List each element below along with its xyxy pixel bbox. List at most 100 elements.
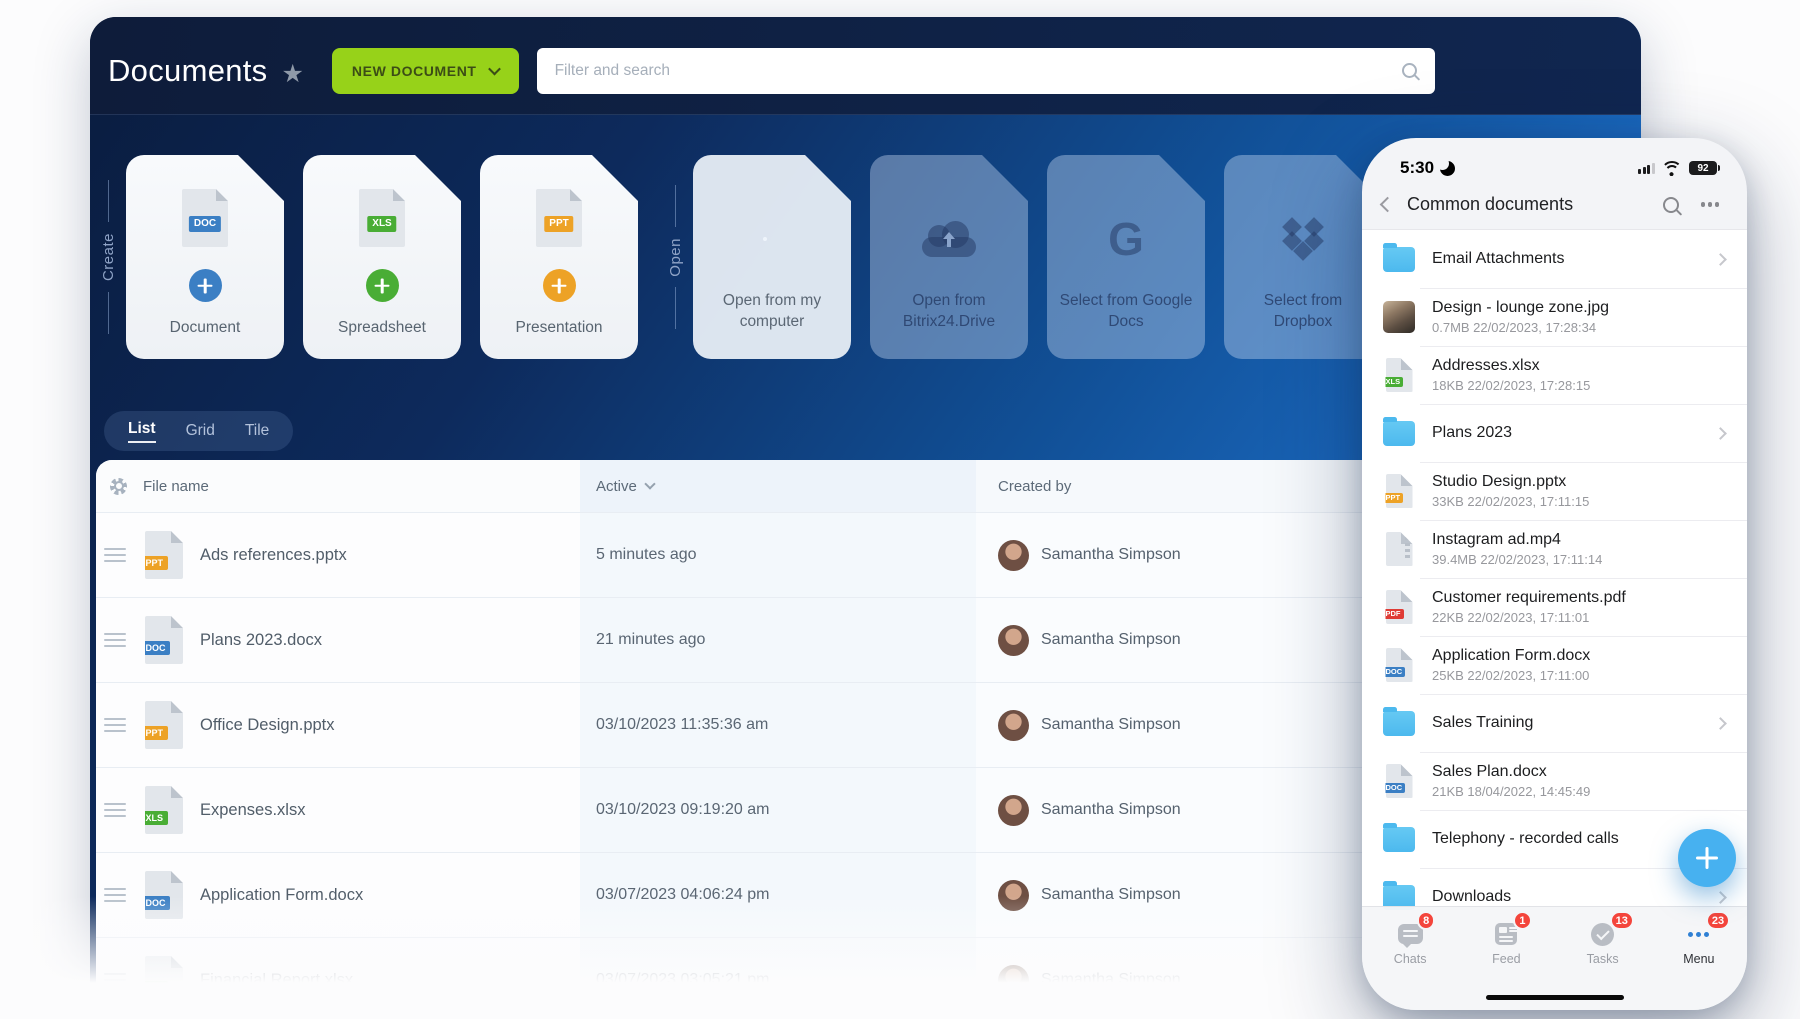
- file-active-cell: 03/07/2023 04:06:24 pm: [580, 853, 976, 937]
- drag-handle-icon[interactable]: [104, 803, 126, 818]
- open-card-label: Select from Google Docs: [1047, 291, 1205, 333]
- open-card-computer[interactable]: Open from my computer: [693, 155, 851, 359]
- file-type-badge: PDF: [1383, 609, 1404, 620]
- doc-file-icon: DOC: [182, 189, 228, 247]
- file-meta: 21KB 18/04/2022, 14:45:49: [1432, 784, 1590, 799]
- creator-name: Samantha Simpson: [1041, 546, 1181, 564]
- file-active-cell: 21 minutes ago: [580, 598, 976, 682]
- avatar: [998, 965, 1029, 996]
- chevron-right-icon: [1714, 891, 1727, 904]
- open-card-cloud-upload[interactable]: Open from Bitrix24.Drive: [870, 155, 1028, 359]
- drag-handle-icon[interactable]: [104, 548, 126, 563]
- file-name: Plans 2023.docx: [200, 631, 322, 650]
- folder-icon: [1383, 421, 1415, 446]
- create-card-doc[interactable]: DOCDocument: [126, 155, 284, 359]
- tab-label: Chats: [1394, 952, 1427, 966]
- phone-list-item[interactable]: PDFCustomer requirements.pdf22KB 22/02/2…: [1362, 578, 1747, 636]
- phone-list-item[interactable]: PPTStudio Design.pptx33KB 22/02/2023, 17…: [1362, 462, 1747, 520]
- new-document-button[interactable]: NEW DOCUMENT: [332, 48, 519, 94]
- ppt-file-icon: PPT: [536, 189, 582, 247]
- page-fold: [1401, 764, 1413, 776]
- phone-tab-menu[interactable]: 23Menu: [1651, 907, 1747, 1010]
- file-type-badge: PPT: [141, 556, 168, 570]
- phone-list-item[interactable]: Design - lounge zone.jpg 0.7MB 22/02/2023…: [1362, 288, 1747, 346]
- column-active[interactable]: Active: [596, 478, 637, 495]
- moon-icon: [1440, 161, 1455, 176]
- avatar: [998, 540, 1029, 571]
- creator-name: Samantha Simpson: [1041, 971, 1181, 989]
- doc-file-icon: DOC: [145, 616, 183, 664]
- file-name-cell: XLSFinancial Report.xlsx: [96, 938, 580, 1019]
- create-card-ppt[interactable]: PPTPresentation: [480, 155, 638, 359]
- column-created-by[interactable]: Created by: [998, 478, 1071, 495]
- file-name: Customer requirements.pdf: [1432, 589, 1626, 607]
- sort-chevron-icon[interactable]: [644, 478, 655, 489]
- folder-icon: [1383, 711, 1415, 736]
- home-indicator[interactable]: [1486, 995, 1624, 1000]
- column-file-name[interactable]: File name: [143, 478, 209, 495]
- file-active-cell: 5 minutes ago: [580, 513, 976, 597]
- file-name: Expenses.xlsx: [200, 801, 305, 820]
- image-thumbnail: [1383, 301, 1415, 333]
- drag-handle-icon[interactable]: [104, 973, 126, 988]
- drag-handle-icon[interactable]: [104, 888, 126, 903]
- page-fold: [1401, 358, 1413, 370]
- phone-list-item[interactable]: DOCApplication Form.docx25KB 22/02/2023,…: [1362, 636, 1747, 694]
- google-logo-icon: G: [1108, 212, 1144, 266]
- search-input[interactable]: Filter and search: [537, 48, 1435, 94]
- file-type-badge: DOC: [141, 641, 170, 655]
- file-active-cell: 03/10/2023 09:19:20 am: [580, 768, 976, 852]
- phone-list-item[interactable]: Sales Training: [1362, 694, 1747, 752]
- file-meta: 0.7MB 22/02/2023, 17:28:34: [1432, 320, 1609, 335]
- tab-list[interactable]: List: [128, 420, 156, 443]
- file-name: Sales Training: [1432, 714, 1533, 732]
- search-icon: [1402, 63, 1417, 78]
- page-fold: [171, 956, 183, 968]
- file-name: Design - lounge zone.jpg: [1432, 299, 1609, 317]
- tab-grid[interactable]: Grid: [186, 422, 215, 440]
- phone-list-item[interactable]: Instagram ad.mp439.4MB 22/02/2023, 17:11…: [1362, 520, 1747, 578]
- hard-drive-icon: [746, 230, 798, 248]
- gear-icon[interactable]: [110, 478, 127, 495]
- file-type-badge: XLS: [367, 216, 396, 232]
- chevron-right-icon: [1714, 717, 1727, 730]
- phone-tab-chats[interactable]: 8Chats: [1362, 907, 1458, 1010]
- tab-tile[interactable]: Tile: [245, 422, 269, 440]
- drag-handle-icon[interactable]: [104, 633, 126, 648]
- back-chevron-icon[interactable]: [1380, 197, 1396, 213]
- search-icon[interactable]: [1663, 197, 1679, 213]
- computer-icon: [746, 207, 798, 271]
- page-fold: [393, 189, 405, 201]
- create-card-label: Spreadsheet: [338, 319, 426, 337]
- file-name-cell: PPT Ads references.pptx: [96, 513, 580, 597]
- phone-list-item[interactable]: DOCSales Plan.docx21KB 18/04/2022, 14:45…: [1362, 752, 1747, 810]
- phone-list: Email AttachmentsDesign - lounge zone.jp…: [1362, 229, 1747, 926]
- cloud-upload-icon: [922, 207, 976, 271]
- create-card-xls[interactable]: XLS Spreadsheet: [303, 155, 461, 359]
- file-name: Ads references.pptx: [200, 546, 347, 565]
- file-name: Financial Report.xlsx: [200, 971, 353, 990]
- quick-actions-row: Create DOCDocumentXLSSpreadsheetPPTPrese…: [90, 155, 1401, 359]
- phone-list-item[interactable]: Plans 2023: [1362, 404, 1747, 462]
- drag-handle-icon[interactable]: [104, 718, 126, 733]
- file-name: Application Form.docx: [1432, 647, 1590, 665]
- page-fold: [1401, 648, 1413, 660]
- open-card-google[interactable]: G Select from Google Docs: [1047, 155, 1205, 359]
- tab-label: Tasks: [1587, 952, 1619, 966]
- phone-list-item[interactable]: XLSAddresses.xlsx18KB 22/02/2023, 17:28:…: [1362, 346, 1747, 404]
- ppt-file-icon: PPT: [145, 701, 183, 749]
- more-options-icon[interactable]: [1708, 202, 1712, 206]
- filmstrip: [1405, 537, 1410, 561]
- phone-list-item[interactable]: Email Attachments: [1362, 230, 1747, 288]
- chevron-right-icon: [1714, 427, 1727, 440]
- battery-icon: 92: [1689, 161, 1717, 176]
- pdf-file-icon: PDF: [1386, 590, 1413, 624]
- creator-name: Samantha Simpson: [1041, 716, 1181, 734]
- add-button[interactable]: [1678, 829, 1736, 887]
- file-name: Telephony - recorded calls: [1432, 830, 1619, 848]
- open-card-dropbox[interactable]: Select from Dropbox: [1224, 155, 1382, 359]
- file-meta: 18KB 22/02/2023, 17:28:15: [1432, 378, 1590, 393]
- favorite-star-icon[interactable]: ★: [282, 59, 304, 89]
- open-card-label: Open from Bitrix24.Drive: [870, 291, 1028, 333]
- file-type-badge: PPT: [544, 216, 573, 232]
